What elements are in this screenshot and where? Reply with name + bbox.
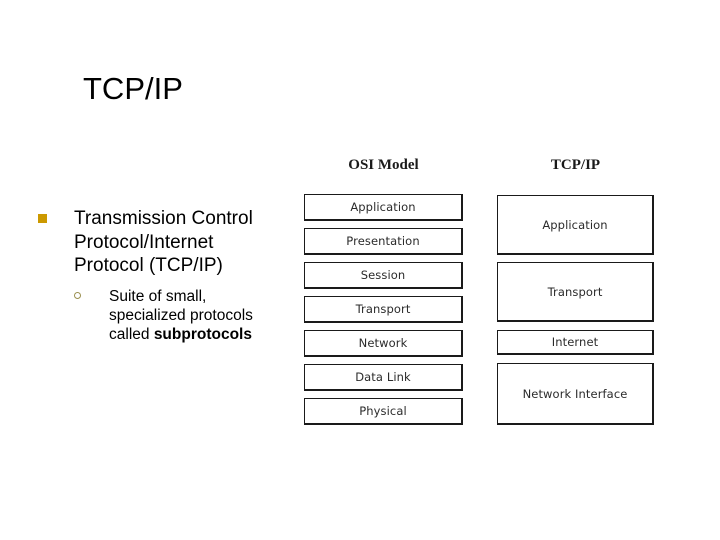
- bullet-level2: Suite of small, specialized protocols ca…: [34, 287, 284, 344]
- tcpip-layer-network-interface-label: Network Interface: [522, 386, 628, 401]
- osi-layer-transport-label: Transport: [355, 302, 411, 316]
- tcpip-layer-application-label: Application: [542, 217, 608, 232]
- tcpip-column-header: TCP/IP: [550, 157, 601, 173]
- osi-layer-session[interactable]: Session: [304, 262, 463, 289]
- bullet-level1: Transmission Control Protocol/Internet P…: [34, 207, 284, 278]
- tcpip-layer-transport-label: Transport: [547, 284, 603, 299]
- osi-layer-presentation[interactable]: Presentation: [304, 228, 463, 255]
- osi-layer-network[interactable]: Network: [304, 330, 463, 357]
- osi-layer-data-link[interactable]: Data Link: [304, 364, 463, 391]
- tcpip-layer-internet-label: Internet: [551, 335, 599, 349]
- page-title: TCP/IP: [83, 71, 183, 106]
- osi-layer-session-label: Session: [360, 268, 406, 282]
- tcpip-layer-internet[interactable]: Internet: [497, 330, 654, 355]
- osi-layer-application[interactable]: Application: [304, 194, 463, 221]
- osi-layer-network-label: Network: [358, 336, 408, 350]
- osi-layer-data-link-label: Data Link: [355, 370, 411, 384]
- body-text-block: Transmission Control Protocol/Internet P…: [34, 207, 284, 344]
- tcpip-layer-network-interface[interactable]: Network Interface: [497, 363, 654, 425]
- osi-layer-physical-label: Physical: [359, 404, 407, 418]
- tcpip-layer-transport[interactable]: Transport: [497, 262, 654, 322]
- circle-bullet-icon: [74, 291, 81, 299]
- osi-layer-application-label: Application: [350, 200, 416, 214]
- bullet-level2-emphasis: subprotocols: [153, 325, 252, 343]
- osi-column-header: OSI Model: [348, 157, 419, 173]
- osi-layer-presentation-label: Presentation: [346, 234, 420, 248]
- tcpip-layer-application[interactable]: Application: [497, 195, 654, 255]
- slide-canvas: TCP/IP Transmission Control Protocol/Int…: [0, 0, 720, 540]
- bullet-level1-label: Transmission Control Protocol/Internet P…: [74, 208, 253, 276]
- square-bullet-icon: [38, 214, 47, 223]
- osi-layer-transport[interactable]: Transport: [304, 296, 463, 323]
- osi-layer-physical[interactable]: Physical: [304, 398, 463, 425]
